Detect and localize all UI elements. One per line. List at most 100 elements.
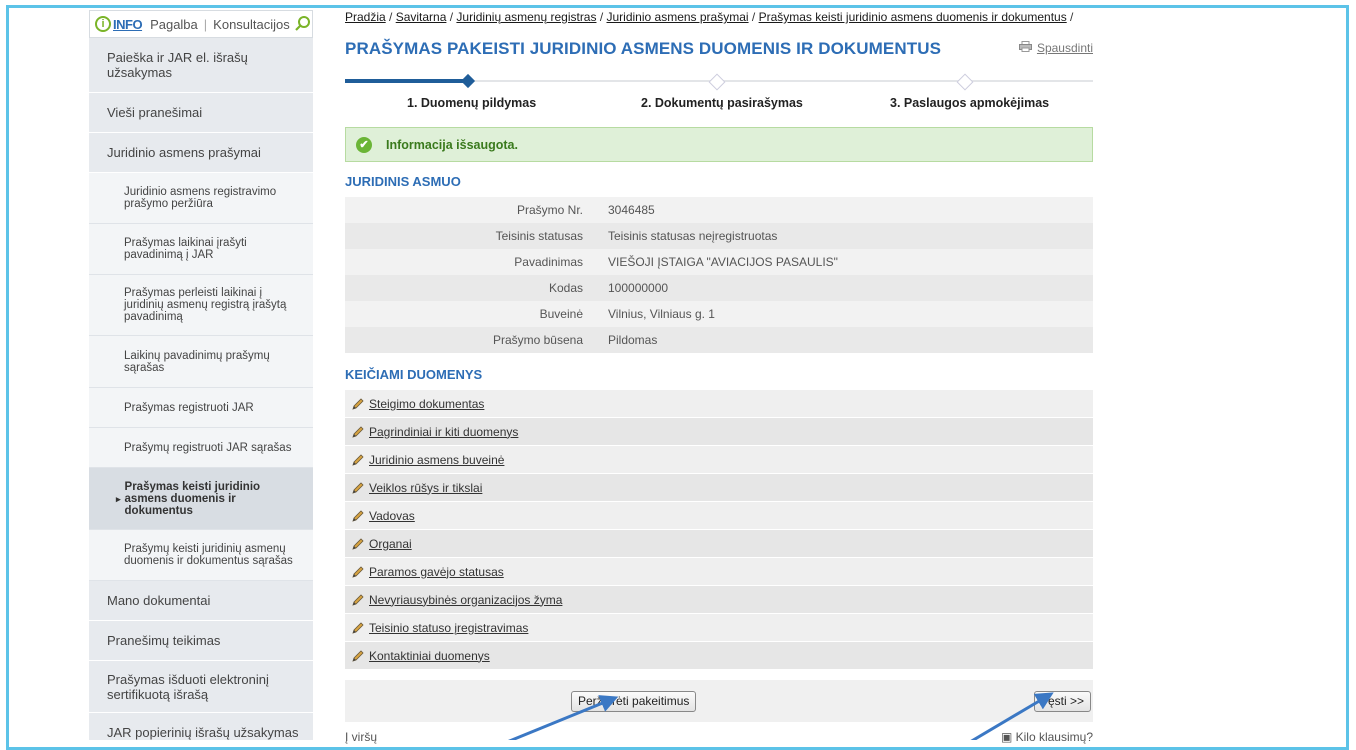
sidebar-item-label: Prašymas laikinai įrašyti pavadinimą į J… xyxy=(124,237,247,261)
printer-icon xyxy=(1018,41,1032,55)
row-key: Prašymo būsena xyxy=(492,333,583,347)
sidebar-subitem-change-data-active[interactable]: ▸ Prašymas keisti juridinio asmens duomen… xyxy=(89,468,313,530)
sidebar-item-label: Juridinio asmens registravimo prašymo pe… xyxy=(124,186,277,210)
table-row: Buveinė Vilnius, Vilniaus g. 1 xyxy=(345,301,1093,327)
list-item: Juridinio asmens buveinė xyxy=(345,446,1093,474)
step-1-label: 1. Duomenų pildymas xyxy=(407,96,537,110)
pencil-icon xyxy=(351,397,365,411)
consult-link[interactable]: Konsultacijos xyxy=(213,17,290,32)
row-value: 3046485 xyxy=(608,203,655,217)
row-key: Pavadinimas xyxy=(514,255,583,269)
pencil-icon xyxy=(351,425,365,439)
search-icon[interactable] xyxy=(294,15,312,33)
table-row: Kodas 100000000 xyxy=(345,275,1093,301)
sidebar-item-label: Prašymas registruoti JAR xyxy=(124,401,254,414)
sidebar-subitem-change-data-list[interactable]: Prašymų keisti juridinių asmenų duomenis… xyxy=(89,530,313,581)
sidebar-item-label: Prašymų registruoti JAR sąrašas xyxy=(124,441,292,454)
breadcrumb-separator: / xyxy=(748,10,759,24)
row-value: Pildomas xyxy=(608,333,658,347)
breadcrumb-separator: / xyxy=(596,10,607,24)
row-value: VIEŠOJI ĮSTAIGA "AVIACIJOS PASAULIS" xyxy=(608,255,838,269)
step-3-label: 3. Paslaugos apmokėjimas xyxy=(890,96,1050,110)
pencil-icon xyxy=(351,509,365,523)
sidebar-item-search[interactable]: Paieška ir JAR el. išrašų užsakymas xyxy=(89,38,313,93)
row-value: Teisinis statusas neįregistruotas xyxy=(608,229,778,243)
success-alert: ✔ Informacija išsaugota. xyxy=(345,127,1093,162)
breadcrumb-requests[interactable]: Juridinio asmens prašymai xyxy=(607,10,749,24)
active-arrow-icon: ▸ xyxy=(116,493,121,504)
page-title: PRAŠYMAS PAKEISTI JURIDINIO ASMENS DUOME… xyxy=(345,39,942,58)
step-3-marker xyxy=(956,73,974,91)
info-icon[interactable]: i xyxy=(95,16,111,32)
edit-legal-status-link[interactable]: Teisinio statuso įregistravimas xyxy=(369,621,528,635)
print-link[interactable]: Spausdinti xyxy=(1018,41,1093,55)
edit-beneficiary-status-link[interactable]: Paramos gavėjo statusas xyxy=(369,565,504,579)
questions-link[interactable]: ▣ Kilo klausimų? xyxy=(1001,730,1093,744)
continue-button[interactable]: Tęsti >> xyxy=(1033,691,1091,712)
edit-activities-link[interactable]: Veiklos rūšys ir tikslai xyxy=(369,481,482,495)
check-icon: ✔ xyxy=(356,136,372,153)
sidebar-item-label: Prašymas keisti juridinio asmens duomeni… xyxy=(124,480,261,517)
info-divider: | xyxy=(203,16,208,32)
row-key: Prašymo Nr. xyxy=(516,203,583,217)
pencil-icon xyxy=(351,537,365,551)
edit-seat-link[interactable]: Juridinio asmens buveinė xyxy=(369,453,504,467)
table-row: Pavadinimas VIEŠOJI ĮSTAIGA "AVIACIJOS PA… xyxy=(345,249,1093,275)
breadcrumb-home[interactable]: Pradžia xyxy=(345,10,386,24)
list-item: Pagrindiniai ir kiti duomenys xyxy=(345,418,1093,446)
sidebar-item-e-extract[interactable]: Prašymas išduoti elektroninį sertifikuot… xyxy=(89,661,313,713)
row-value: Vilnius, Vilniaus g. 1 xyxy=(608,307,715,321)
sidebar-subitem-register-jar[interactable]: Prašymas registruoti JAR xyxy=(89,388,313,428)
pencil-icon xyxy=(351,621,365,635)
sidebar-item-my-documents[interactable]: Mano dokumentai xyxy=(89,581,313,621)
edit-bodies-link[interactable]: Organai xyxy=(369,537,412,551)
sidebar-subitem-temp-names-list[interactable]: Laikinų pavadinimų prašymų sąrašas xyxy=(89,336,313,388)
breadcrumb: Pradžia / Savitarna / Juridinių asmenų r… xyxy=(345,10,1093,24)
pencil-icon xyxy=(351,453,365,467)
sidebar-subitem-registration-review[interactable]: Juridinio asmens registravimo prašymo pe… xyxy=(89,173,313,224)
print-label: Spausdinti xyxy=(1036,41,1093,55)
sidebar-item-notices-submission[interactable]: Pranešimų teikimas xyxy=(89,621,313,661)
back-to-top-link[interactable]: Į viršų xyxy=(345,730,377,744)
changes-list: Steigimo dokumentas Pagrindiniai ir kiti… xyxy=(345,390,1093,670)
list-item: Kontaktiniai duomenys xyxy=(345,642,1093,670)
edit-main-data-link[interactable]: Pagrindiniai ir kiti duomenys xyxy=(369,425,518,439)
edit-manager-link[interactable]: Vadovas xyxy=(369,509,415,523)
edit-contacts-link[interactable]: Kontaktiniai duomenys xyxy=(369,649,490,663)
main-content: Pradžia / Savitarna / Juridinių asmenų r… xyxy=(345,10,1093,722)
edit-founding-document-link[interactable]: Steigimo dokumentas xyxy=(369,397,484,411)
sidebar-item-label: Laikinų pavadinimų prašymų sąrašas xyxy=(124,349,270,374)
steps-labels: 1. Duomenų pildymas 2. Dokumentų pasiraš… xyxy=(345,96,1093,116)
step-2-marker xyxy=(708,73,726,91)
sidebar-item-public-notices[interactable]: Vieši pranešimai xyxy=(89,93,313,133)
table-row: Teisinis statusas Teisinis statusas neįre… xyxy=(345,223,1093,249)
edit-ngo-mark-link[interactable]: Nevyriausybinės organizacijos žyma xyxy=(369,593,562,607)
sidebar-item-entity-requests[interactable]: Juridinio asmens prašymai xyxy=(89,133,313,173)
list-item: Teisinio statuso įregistravimas xyxy=(345,614,1093,642)
alert-text: Informacija išsaugota. xyxy=(386,137,518,152)
pencil-icon xyxy=(351,649,365,663)
list-item: Nevyriausybinės organizacijos žyma xyxy=(345,586,1093,614)
list-item: Vadovas xyxy=(345,502,1093,530)
help-link[interactable]: Pagalba xyxy=(150,17,198,32)
list-item: Paramos gavėjo statusas xyxy=(345,558,1093,586)
sidebar-item-paper-extract[interactable]: JAR popierinių išrašų užsakymas xyxy=(89,713,313,740)
breadcrumb-current[interactable]: Prašymas keisti juridinio asmens duomeni… xyxy=(759,10,1067,24)
table-row: Prašymo būsena Pildomas xyxy=(345,327,1093,353)
info-link[interactable]: INFO xyxy=(113,17,143,32)
list-item: Organai xyxy=(345,530,1093,558)
sidebar-subitem-register-jar-list[interactable]: Prašymų registruoti JAR sąrašas xyxy=(89,428,313,468)
sidebar-item-label: JAR popierinių išrašų užsakymas xyxy=(107,725,299,740)
sidebar-subitem-temp-name[interactable]: Prašymas laikinai įrašyti pavadinimą į J… xyxy=(89,224,313,275)
row-key: Buveinė xyxy=(539,307,583,321)
row-key: Kodas xyxy=(548,281,583,295)
breadcrumb-register[interactable]: Juridinių asmenų registras xyxy=(456,10,596,24)
breadcrumb-separator: / xyxy=(446,10,457,24)
sidebar-subitem-transfer-name[interactable]: Prašymas perleisti laikinai į juridinių … xyxy=(89,275,313,336)
sidebar: i INFO Pagalba | Konsultacijos Paieška i… xyxy=(89,10,313,740)
breadcrumb-self-service[interactable]: Savitarna xyxy=(396,10,447,24)
sidebar-item-label: Prašymas perleisti laikinai į juridinių … xyxy=(124,287,287,323)
progress-steps xyxy=(345,73,1093,91)
list-item: Steigimo dokumentas xyxy=(345,390,1093,418)
review-changes-button[interactable]: Peržiūrėti pakeitimus xyxy=(571,691,697,712)
